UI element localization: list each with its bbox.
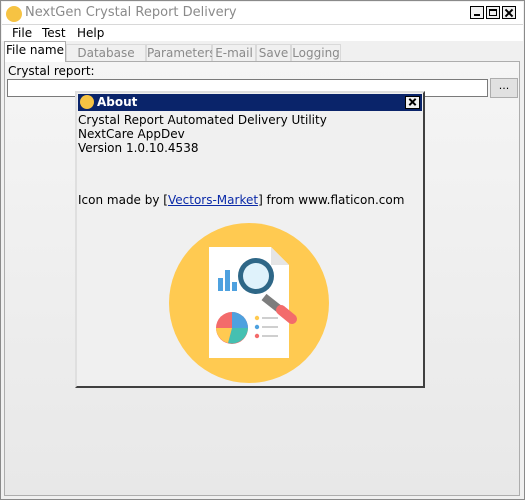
browse-button[interactable]: ... <box>490 78 518 98</box>
report-analysis-icon <box>169 223 329 383</box>
tab-logging[interactable]: Logging <box>291 44 341 61</box>
product-name: Crystal Report Automated Delivery Utilit… <box>78 113 327 127</box>
tab-strip: File name Database Info Parameters E-mai… <box>4 41 521 77</box>
menu-test[interactable]: Test <box>42 26 66 40</box>
credit-prefix: Icon made by [ <box>78 193 168 207</box>
about-dialog: About Crystal Report Automated Delivery … <box>75 91 425 388</box>
about-text: Crystal Report Automated Delivery Utilit… <box>78 113 327 155</box>
menu-file[interactable]: File <box>12 26 32 40</box>
window-title: NextGen Crystal Report Delivery <box>25 5 237 20</box>
menu-help[interactable]: Help <box>77 26 104 40</box>
close-button[interactable] <box>502 6 516 19</box>
tab-parameters[interactable]: Parameters <box>146 44 216 61</box>
version-text: Version 1.0.10.4538 <box>78 141 199 155</box>
credit-suffix: ] from www.flaticon.com <box>258 193 405 207</box>
app-icon <box>6 6 22 22</box>
crystal-report-label: Crystal report: <box>8 64 95 78</box>
icon-credit: Icon made by [Vectors-Market] from www.f… <box>78 193 404 207</box>
title-bar[interactable]: NextGen Crystal Report Delivery <box>2 2 523 25</box>
tab-database-info[interactable]: Database Info <box>66 44 146 77</box>
tab-file-name[interactable]: File name <box>4 41 66 62</box>
minimize-button[interactable] <box>470 6 484 19</box>
company-name: NextCare AppDev <box>78 127 185 141</box>
tab-email[interactable]: E-mail <box>212 44 256 61</box>
about-title-bar[interactable]: About <box>78 94 422 111</box>
app-icon <box>80 95 94 109</box>
about-title: About <box>97 95 138 109</box>
menu-bar: File Test Help <box>2 25 523 41</box>
maximize-button[interactable] <box>486 6 500 19</box>
tab-save[interactable]: Save <box>256 44 291 61</box>
credit-link[interactable]: Vectors-Market <box>168 193 258 207</box>
close-icon[interactable] <box>405 96 420 109</box>
